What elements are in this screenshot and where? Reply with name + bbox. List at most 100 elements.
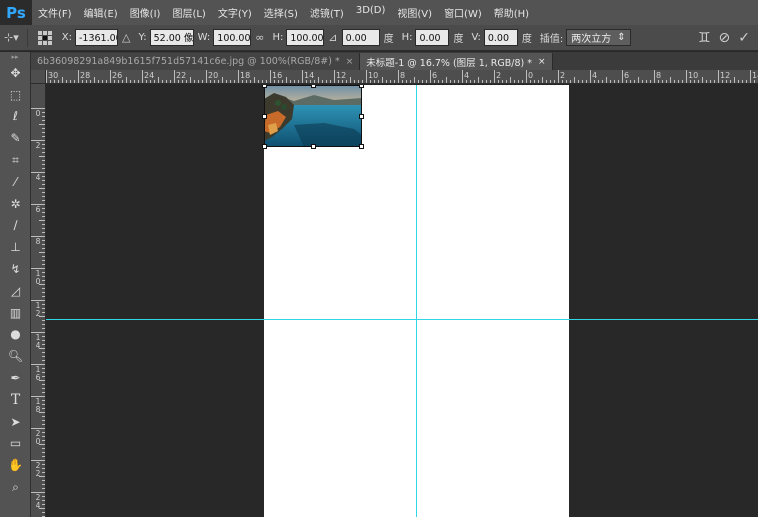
y-field[interactable]: 52.00 像素 [149, 29, 194, 46]
ruler-tick [42, 352, 45, 353]
ruler-tick [42, 488, 45, 489]
transform-handle-bottom-left[interactable] [262, 144, 267, 149]
reference-point-icon[interactable] [37, 30, 52, 45]
ruler-tick-label: 8 [400, 71, 406, 80]
menu-item[interactable]: 视图(V) [391, 5, 438, 20]
ruler-tick [378, 80, 379, 83]
ruler-tick [682, 80, 683, 83]
quick-select-tool-icon[interactable]: ✎ [0, 127, 31, 149]
lasso-tool-icon[interactable]: ℓ [0, 106, 31, 128]
dodge-tool-icon[interactable]: 🔍︎ [0, 345, 31, 367]
ruler-tick [302, 70, 303, 83]
ruler-tick [54, 80, 55, 83]
vskew-field[interactable]: 0.00 [483, 29, 518, 46]
menu-item[interactable]: 滤镜(T) [304, 5, 350, 20]
h-field[interactable]: 100.00% [286, 29, 325, 46]
ruler-tick [730, 80, 731, 83]
menu-item[interactable]: 帮助(H) [488, 5, 535, 20]
ruler-tick [298, 80, 299, 83]
guide-horizontal[interactable] [46, 319, 758, 320]
menu-item[interactable]: 图层(L) [166, 5, 211, 20]
crop-tool-icon[interactable]: ⌗ [0, 149, 31, 171]
document-tab[interactable]: 6b36098291a849b1615f751d57141c6e.jpg @ 1… [31, 53, 361, 70]
ruler-tick [306, 80, 307, 83]
ruler-tick [410, 80, 411, 83]
clone-stamp-tool-icon[interactable]: ⊥ [0, 236, 31, 258]
move-tool-icon[interactable]: ✥ [0, 62, 31, 84]
ruler-tick [642, 80, 643, 83]
ruler-tick-label: 10 [688, 71, 699, 80]
ruler-tick [338, 80, 339, 83]
ruler-horizontal[interactable]: 3028262422201816141210864202468101214 [46, 70, 758, 84]
ruler-tick [78, 70, 79, 83]
ruler-tick [42, 384, 45, 385]
tab-label: 6b36098291a849b1615f751d57141c6e.jpg @ 1… [37, 56, 340, 67]
angle-field[interactable]: 0.00 [341, 29, 380, 46]
blur-tool-icon[interactable]: ● [0, 324, 31, 346]
menu-item[interactable]: 文字(Y) [212, 5, 258, 20]
ruler-tick [498, 80, 499, 83]
ruler-corner[interactable] [31, 70, 46, 84]
tab-close-icon[interactable]: × [538, 57, 546, 67]
link-icon[interactable]: ∞ [255, 31, 264, 44]
ruler-tick [326, 80, 327, 83]
menu-item[interactable]: 图像(I) [124, 5, 167, 20]
ruler-tick [590, 70, 591, 83]
warp-mode-icon[interactable]: ♊ [698, 30, 711, 46]
toolbox-grip-icon[interactable]: ▸▸ [0, 52, 30, 62]
interpolation-select[interactable]: 两次立方 ⇕ [566, 29, 631, 46]
hskew-field[interactable]: 0.00 [415, 29, 450, 46]
menu-item[interactable]: 编辑(E) [78, 5, 124, 20]
ruler-vertical[interactable]: 024681 01 21 41 61 82 02 22 4 [31, 84, 46, 517]
ruler-tick [358, 80, 359, 83]
ruler-tick [42, 376, 45, 377]
shape-tool-icon[interactable]: ▭ [0, 433, 31, 455]
guide-vertical[interactable] [416, 85, 417, 517]
free-transform-box[interactable] [262, 85, 364, 149]
transform-handle-bottom[interactable] [311, 144, 316, 149]
path-selection-tool-icon[interactable]: ➤ [0, 411, 31, 433]
eraser-tool-icon[interactable]: ◿ [0, 280, 31, 302]
ruler-tick [158, 77, 159, 83]
commit-transform-icon[interactable]: ✓ [738, 30, 750, 46]
type-tool-icon[interactable]: T [0, 389, 31, 411]
ruler-tick [42, 388, 45, 389]
menu-item[interactable]: 文件(F) [32, 5, 78, 20]
cancel-transform-icon[interactable]: ⊘ [719, 30, 731, 46]
transform-handle-left[interactable] [262, 114, 267, 119]
w-field[interactable]: 100.00% [213, 29, 252, 46]
move-tool-preset-icon[interactable]: ⊹▾ [4, 31, 19, 44]
relative-position-icon[interactable]: △ [122, 31, 130, 44]
ruler-tick-label: 6 [35, 205, 41, 214]
document-tab[interactable]: 未标题-1 @ 16.7% (图层 1, RGB/8) * × [360, 53, 553, 70]
ruler-tick [42, 292, 45, 293]
ruler-tick [39, 476, 45, 477]
transform-handle-top-left[interactable] [262, 85, 267, 88]
hand-tool-icon[interactable]: ✋ [0, 454, 31, 476]
transform-handle-top[interactable] [311, 85, 316, 88]
ruler-tick [350, 77, 351, 83]
zoom-tool-icon[interactable]: ⌕ [0, 476, 31, 498]
history-brush-tool-icon[interactable]: ↯ [0, 258, 31, 280]
pen-tool-icon[interactable]: ✒ [0, 367, 31, 389]
marquee-tool-icon[interactable]: ⬚ [0, 84, 31, 106]
ruler-tick [546, 80, 547, 83]
ruler-tick [534, 80, 535, 83]
brush-tool-icon[interactable]: ∕ [0, 215, 31, 237]
menu-item[interactable]: 选择(S) [258, 5, 304, 20]
ruler-tick [206, 70, 207, 83]
canvas-workspace[interactable] [46, 85, 758, 517]
ruler-tick [518, 80, 519, 83]
ruler-tick [42, 296, 45, 297]
menu-item[interactable]: 3D(D) [350, 5, 392, 20]
x-field[interactable]: -1361.00 像 [74, 29, 118, 46]
healing-brush-tool-icon[interactable]: ✲ [0, 193, 31, 215]
ruler-tick [42, 416, 45, 417]
tab-close-icon[interactable]: × [346, 57, 354, 67]
menu-item[interactable]: 窗口(W) [438, 5, 488, 20]
transform-handle-bottom-right[interactable] [359, 144, 364, 149]
transform-handle-right[interactable] [359, 114, 364, 119]
eyedropper-tool-icon[interactable]: ⁄ [0, 171, 31, 193]
gradient-tool-icon[interactable]: ▥ [0, 302, 31, 324]
transform-handle-top-right[interactable] [359, 85, 364, 88]
